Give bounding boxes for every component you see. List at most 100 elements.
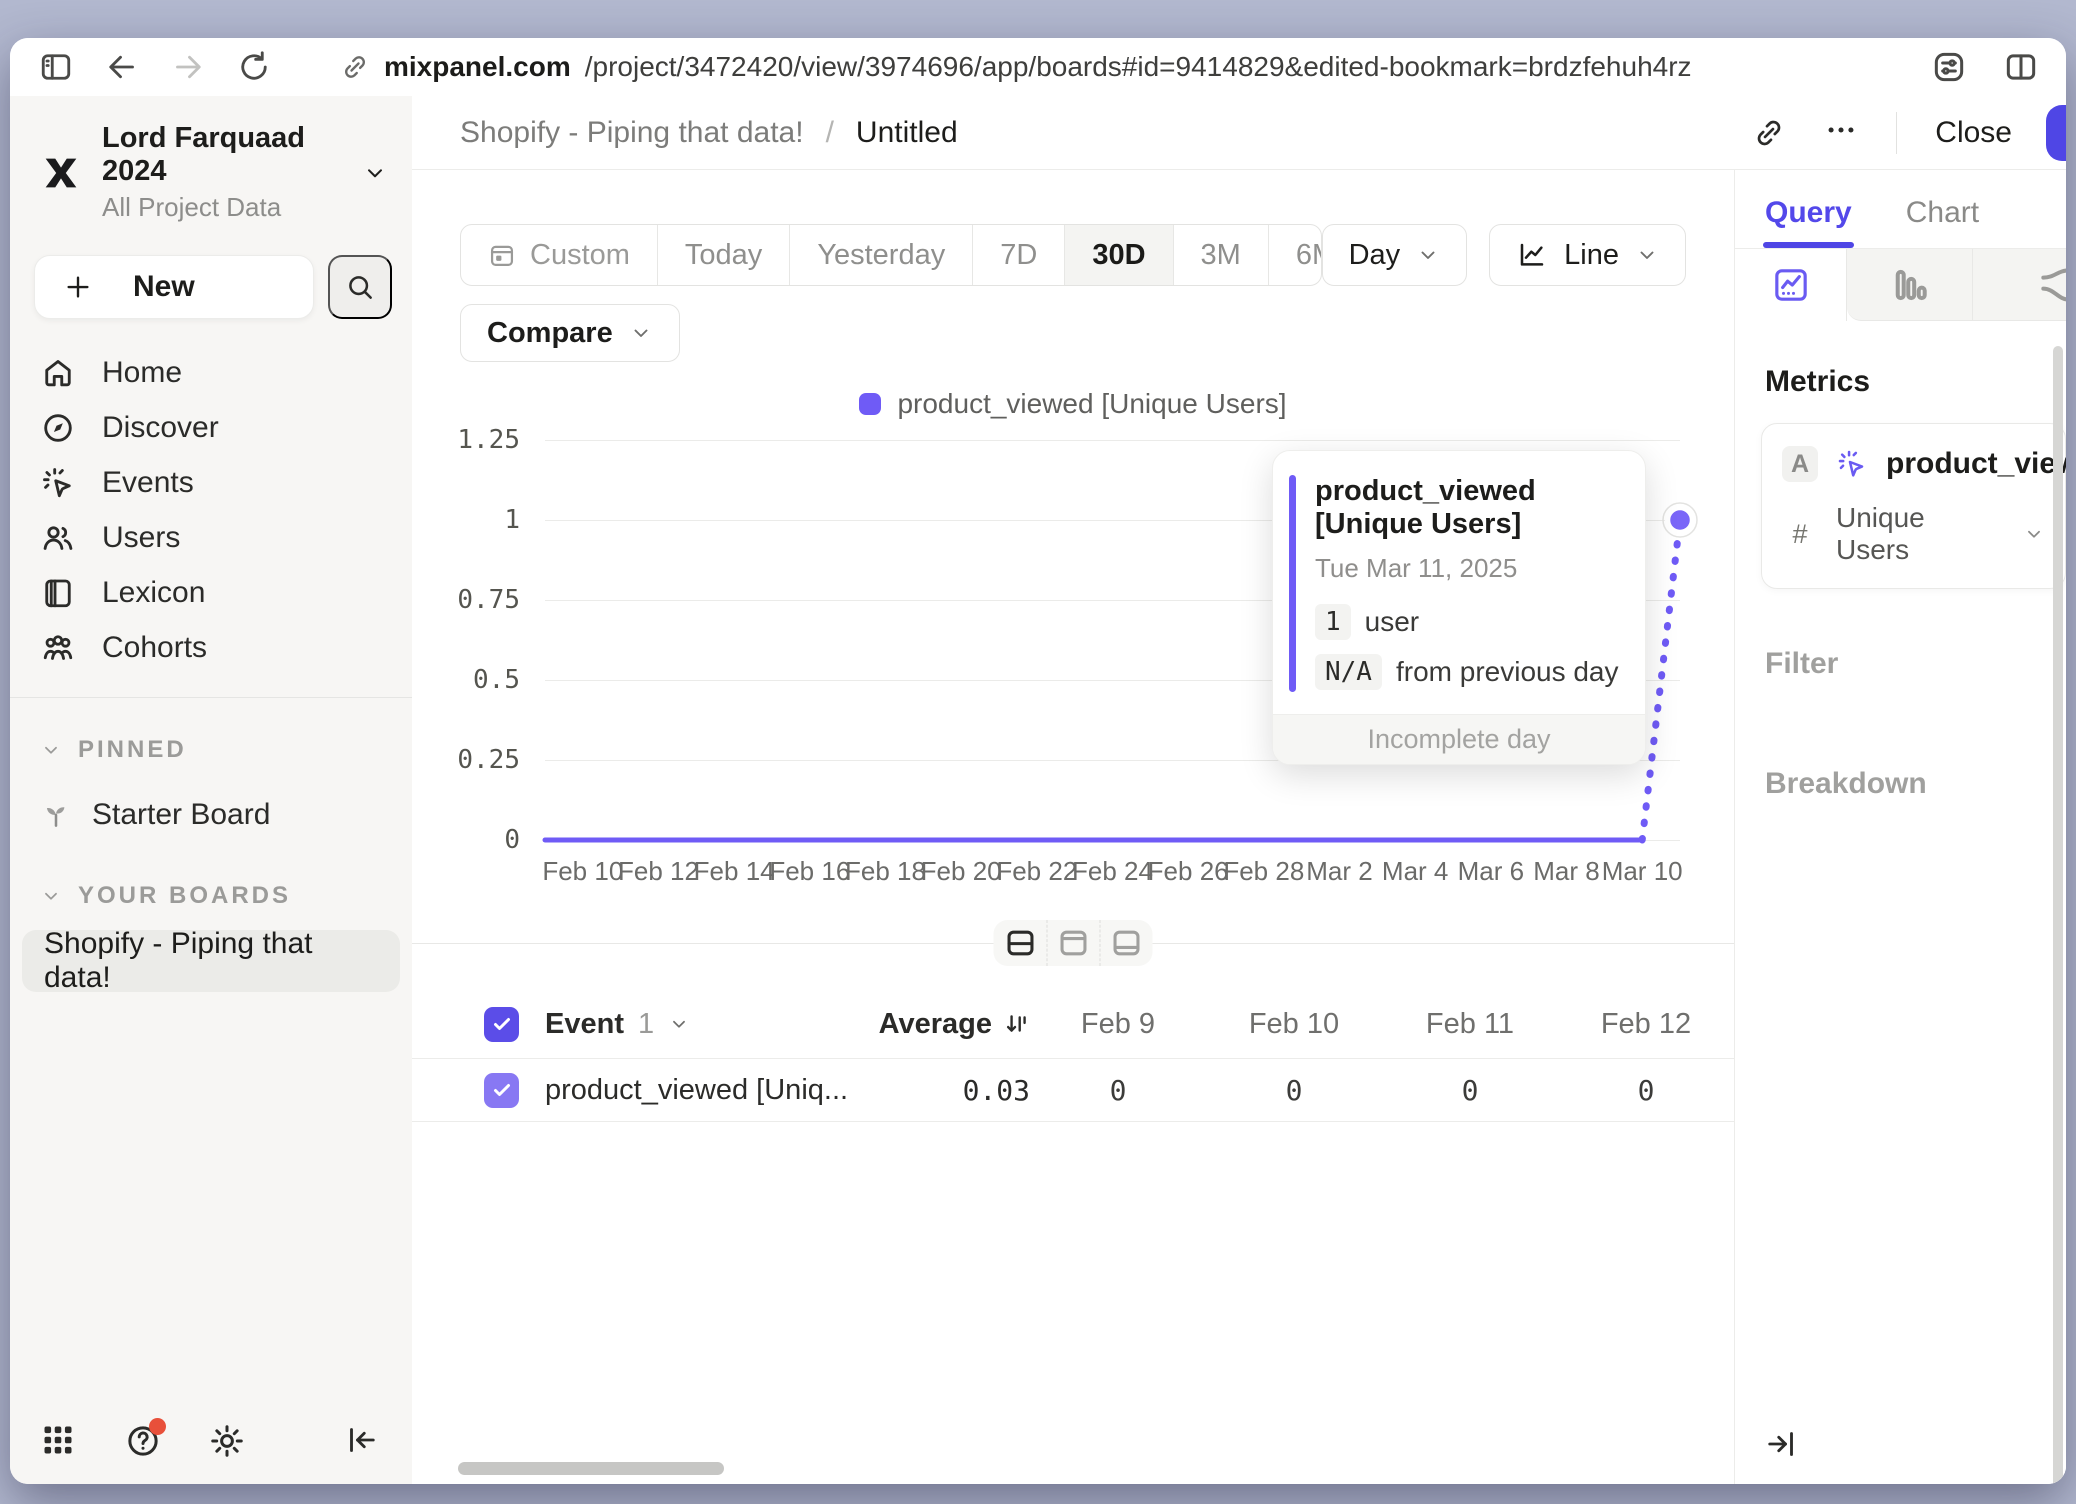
bar-chart-icon [1889, 264, 1931, 306]
row-checkbox[interactable] [484, 1073, 519, 1108]
sidebar-item-label: Cohorts [102, 631, 207, 665]
tab-chart[interactable]: Chart [1906, 196, 1979, 248]
average-column-header[interactable]: Average [879, 1008, 992, 1041]
filter-heading: Filter [1765, 647, 2066, 681]
close-button[interactable]: Close [1935, 116, 2012, 150]
gear-icon[interactable] [208, 1422, 246, 1460]
sort-icon[interactable] [1004, 1011, 1030, 1037]
url-host: mixpanel.com [384, 51, 571, 83]
range-yesterday[interactable]: Yesterday [789, 225, 972, 285]
tab-flows-report[interactable] [1973, 249, 2066, 321]
board-label: Shopify - Piping that data! [44, 927, 378, 995]
chevron-down-icon [629, 321, 653, 345]
compare-dropdown[interactable]: Compare [460, 304, 680, 362]
date-column-header[interactable]: Feb 10 [1206, 1008, 1382, 1041]
range-30d[interactable]: 30D [1064, 225, 1172, 285]
report-canvas: CustomTodayYesterday7D30D3M6M12MXTD Day … [412, 170, 1734, 1484]
users-icon [40, 520, 76, 556]
your-boards-section-header[interactable]: YOUR BOARDS [10, 882, 412, 910]
breadcrumb-board[interactable]: Shopify - Piping that data! [460, 116, 804, 150]
pinned-section-header[interactable]: PINNED [10, 736, 412, 764]
flows-icon [2036, 263, 2066, 307]
chart-legend: product_viewed [Unique Users] [412, 388, 1734, 420]
compass-icon [40, 410, 76, 446]
cursor-click-icon [40, 465, 76, 501]
chart-plot[interactable]: product_viewed [Unique Users] Tue Mar 11… [412, 426, 1734, 894]
browser-toolbar: mixpanel.com/project/3472420/view/397469… [10, 38, 2066, 96]
tab-funnels-report[interactable] [1847, 249, 1973, 321]
chevron-down-icon [362, 160, 388, 186]
sidebar-item-label: Users [102, 521, 180, 555]
sidebar-item-users[interactable]: Users [10, 510, 412, 565]
granularity-label: Day [1349, 239, 1401, 272]
date-column-header[interactable]: Feb 9 [1030, 1008, 1206, 1041]
tab-insights-report[interactable] [1735, 249, 1847, 321]
layout-chart-only-button[interactable] [1047, 920, 1100, 966]
chart-tooltip: product_viewed [Unique Users] Tue Mar 11… [1272, 450, 1646, 765]
browser-back-icon[interactable] [102, 47, 142, 87]
table-row[interactable]: product_viewed [Uniq... 0.03 0000 [412, 1058, 1734, 1122]
collapse-sidebar-icon[interactable] [344, 1422, 382, 1460]
seedling-icon [40, 799, 72, 831]
mixpanel-logo-icon [38, 150, 84, 196]
event-count: 1 [638, 1008, 654, 1041]
search-button[interactable] [328, 255, 392, 319]
date-column-header[interactable]: Feb 11 [1382, 1008, 1558, 1041]
sidebar-bottom-bar [10, 1398, 412, 1484]
aggregation-symbol: # [1782, 519, 1818, 550]
project-switcher[interactable]: Lord Farquaad 2024 All Project Data [10, 96, 412, 233]
metric-card[interactable]: A product_viewed # Unique Users [1761, 423, 2066, 589]
save-button-partial[interactable] [2046, 105, 2066, 161]
row-average-value: 0.03 [864, 1074, 1030, 1107]
layout-table-only-button[interactable] [1100, 920, 1153, 966]
table-header-row: Event 1 Average Feb 9Feb 10Feb 11Feb 12 [412, 990, 1734, 1058]
browser-reload-icon[interactable] [234, 47, 274, 87]
sidebar-item-events[interactable]: Events [10, 455, 412, 510]
sidebar-item-lexicon[interactable]: Lexicon [10, 565, 412, 620]
breadcrumb-page-title[interactable]: Untitled [856, 116, 958, 150]
divider [10, 697, 412, 698]
apps-grid-icon[interactable] [40, 1422, 78, 1460]
range-today[interactable]: Today [657, 225, 789, 285]
row-series-name: product_viewed [Uniq... [545, 1074, 864, 1107]
range-7d[interactable]: 7D [972, 225, 1064, 285]
range-3m[interactable]: 3M [1173, 225, 1268, 285]
range-6m[interactable]: 6M [1268, 225, 1322, 285]
sidebar-item-discover[interactable]: Discover [10, 400, 412, 455]
chart-table-splitter[interactable] [412, 910, 1734, 976]
aggregation-dropdown[interactable]: Unique Users [1836, 502, 2005, 566]
horizontal-scrollbar[interactable] [458, 1462, 724, 1475]
chevron-down-icon [1416, 243, 1440, 267]
sidebar-item-cohorts[interactable]: Cohorts [10, 620, 412, 675]
vertical-scrollbar[interactable] [2053, 346, 2063, 1484]
collapse-panel-icon[interactable] [1763, 1426, 1799, 1462]
date-range-control: CustomTodayYesterday7D30D3M6M12MXTD [460, 224, 1322, 286]
pinned-label: PINNED [78, 736, 187, 764]
help-icon[interactable] [124, 1422, 162, 1460]
chart-type-dropdown[interactable]: Line [1489, 224, 1686, 286]
chevron-down-icon[interactable] [668, 1013, 690, 1035]
date-column-header[interactable]: Feb 12 [1558, 1008, 1734, 1041]
sidebar-item-label: Events [102, 466, 194, 500]
project-scope: All Project Data [102, 192, 344, 223]
cell-value: 0 [1206, 1074, 1382, 1107]
granularity-dropdown[interactable]: Day [1322, 224, 1468, 286]
more-options-icon[interactable] [1824, 113, 1858, 152]
browser-split-view-icon[interactable] [2002, 48, 2040, 86]
layout-split-button[interactable] [994, 920, 1047, 966]
sidebar-item-starter-board[interactable]: Starter Board [10, 786, 412, 844]
select-all-checkbox[interactable] [484, 1007, 519, 1042]
sidebar-item-board-shopify[interactable]: Shopify - Piping that data! [22, 930, 400, 992]
tooltip-footer: Incomplete day [1273, 714, 1645, 764]
browser-forward-icon[interactable] [168, 47, 208, 87]
event-column-header[interactable]: Event [545, 1008, 624, 1041]
range-custom[interactable]: Custom [461, 225, 657, 285]
tab-query[interactable]: Query [1765, 196, 1852, 248]
address-bar[interactable]: mixpanel.com/project/3472420/view/397469… [340, 51, 1930, 83]
copy-link-icon[interactable] [1752, 116, 1786, 150]
new-button[interactable]: New [34, 255, 314, 319]
browser-sidebar-toggle-icon[interactable] [36, 47, 76, 87]
compare-label: Compare [487, 317, 613, 350]
sidebar-item-home[interactable]: Home [10, 345, 412, 400]
browser-extensions-icon[interactable] [1930, 48, 1968, 86]
